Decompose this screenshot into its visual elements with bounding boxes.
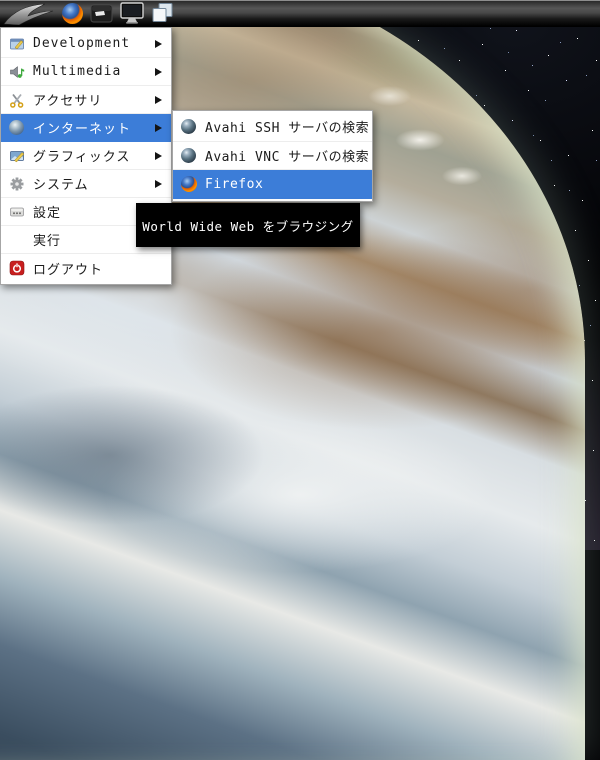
menu-item-internet[interactable]: インターネット [1,114,171,142]
menu-item-system[interactable]: システム [1,170,171,198]
menu-item-label: インターネット [33,122,132,137]
submenu-arrow-icon [155,67,162,76]
avahi-globe-icon [180,118,197,135]
submenu-arrow-icon [155,39,162,48]
monitor-icon [120,2,144,24]
panel-launchers [0,0,174,26]
submenu-item-firefox[interactable]: Firefox [173,170,372,199]
menu-item-label: グラフィックス [33,150,131,165]
menu-item-accessories[interactable]: アクセサリ [1,86,171,114]
menu-item-label: アクセサリ [33,94,103,109]
submenu-arrow-icon [155,123,162,132]
firefox-launcher[interactable] [62,1,83,25]
menu-item-label: 実行 [33,234,62,249]
tooltip-text: World Wide Web をブラウジング [142,218,354,234]
internet-submenu: Avahi SSH サーバの検索 Avahi VNC サーバの検索 Firefo… [172,110,373,202]
menu-item-label: ログアウト [33,262,104,278]
multimedia-icon [8,63,25,80]
graphics-icon [8,147,25,164]
file-manager-launcher[interactable] [90,1,113,25]
submenu-item-avahi-ssh[interactable]: Avahi SSH サーバの検索 [173,113,372,142]
menu-item-label: Multimedia [33,64,122,79]
menu-item-development[interactable]: Development [1,30,171,58]
menu-item-label: システム [33,178,89,193]
firefox-icon [62,2,83,24]
submenu-arrow-icon [155,151,162,160]
gear-icon [8,175,25,192]
display-launcher[interactable] [120,1,144,25]
menu-item-graphics[interactable]: グラフィックス [1,142,171,170]
development-icon [8,35,25,52]
no-icon [8,231,25,248]
firefox-icon [180,176,197,193]
logout-power-icon [8,260,25,277]
lxde-menu-button[interactable] [3,1,55,25]
scissors-icon [8,91,25,108]
internet-globe-icon [8,119,25,136]
drawer-icon [90,4,113,23]
menu-item-logout[interactable]: ログアウト [1,254,171,282]
menu-item-label: Development [33,36,131,51]
menu-item-multimedia[interactable]: Multimedia [1,58,171,86]
preferences-icon [8,203,25,220]
submenu-item-label: Avahi VNC サーバの検索 [205,149,370,165]
menu-item-label: 設定 [33,206,62,221]
submenu-item-avahi-vnc[interactable]: Avahi VNC サーバの検索 [173,142,372,170]
submenu-arrow-icon [155,179,162,188]
submenu-item-label: Avahi SSH サーバの検索 [205,121,370,137]
submenu-item-label: Firefox [205,176,264,192]
windows-icon [152,3,173,22]
lxde-swallow-icon [3,3,54,25]
top-panel [0,0,600,27]
submenu-arrow-icon [155,95,162,104]
avahi-globe-icon [180,147,197,164]
firefox-tooltip: World Wide Web をブラウジング [136,203,360,247]
windows-launcher[interactable] [151,1,174,25]
